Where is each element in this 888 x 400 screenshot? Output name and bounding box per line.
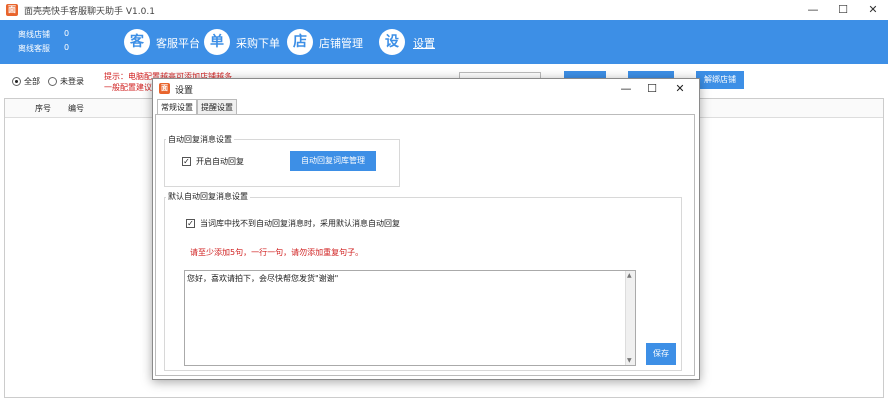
app-logo-icon: 面 (6, 4, 18, 16)
minimize-button[interactable]: — (798, 0, 828, 20)
dialog-tabs: 常规设置 提醒设置 (155, 99, 245, 115)
dialog-close-button[interactable]: ✕ (667, 80, 693, 98)
unbind-shop-button[interactable]: 解绑店铺 (696, 71, 744, 89)
nav-shop-management[interactable]: 店 店铺管理 (287, 29, 365, 55)
shop-icon: 店 (287, 29, 313, 55)
close-button[interactable]: ✕ (858, 0, 888, 20)
default-reply-text: 您好，喜欢请拍下，会尽快帮您发货"谢谢" (187, 274, 339, 283)
offline-agents-count: 0 (64, 43, 70, 52)
dialog-minimize-button[interactable]: — (613, 80, 639, 98)
nav-settings[interactable]: 设 设置 (379, 29, 439, 55)
hint-line-2: 一般配置建议 (104, 83, 152, 92)
window-title: 面壳壳快手客服聊天助手 V1.0.1 (24, 7, 155, 17)
textarea-scrollbar[interactable]: ▲ ▼ (625, 271, 635, 365)
fallback-reply-checkbox[interactable]: ✓ (186, 219, 195, 228)
dialog-titlebar: 面 设置 — ☐ ✕ (153, 79, 699, 99)
scroll-up-icon[interactable]: ▲ (627, 272, 632, 279)
nav-label: 设置 (413, 37, 435, 50)
nav-purchase-order[interactable]: 单 采购下单 (204, 29, 282, 55)
enable-auto-reply-label: 开启自动回复 (196, 157, 244, 166)
general-settings-panel: 自动回复消息设置 ✓ 开启自动回复 自动回复词库管理 默认自动回复消息设置 ✓ … (155, 114, 695, 376)
nav-customer-service[interactable]: 客 客服平台 (124, 29, 202, 55)
dialog-app-icon: 面 (159, 83, 170, 94)
dialog-maximize-button[interactable]: ☐ (639, 80, 665, 98)
customer-service-icon: 客 (124, 29, 150, 55)
manage-reply-library-button[interactable]: 自动回复词库管理 (290, 151, 376, 171)
warning-text: 请至少添加5句，一行一句，请勿添加重复句子。 (190, 248, 364, 257)
default-reply-group-label: 默认自动回复消息设置 (166, 191, 250, 202)
order-icon: 单 (204, 29, 230, 55)
radio-not-logged-in[interactable] (48, 77, 57, 86)
radio-all[interactable] (12, 77, 21, 86)
app-header: 离线店铺 0 离线客服 0 客 客服平台 单 采购下单 店 店铺管理 设 设置 (0, 20, 888, 64)
default-reply-textarea[interactable]: 您好，喜欢请拍下，会尽快帮您发货"谢谢" ▲ ▼ (184, 270, 636, 366)
dialog-title: 设置 (175, 86, 194, 96)
scroll-down-icon[interactable]: ▼ (627, 357, 632, 364)
radio-not-logged-label: 未登录 (60, 77, 84, 86)
tab-general[interactable]: 常规设置 (157, 99, 197, 115)
enable-auto-reply-checkbox[interactable]: ✓ (182, 157, 191, 166)
offline-agents-label: 离线客服 (18, 44, 50, 53)
column-header-id: 编号 (68, 104, 84, 113)
radio-all-label: 全部 (24, 77, 40, 86)
auto-reply-group-label: 自动回复消息设置 (166, 134, 234, 145)
fallback-reply-label: 当词库中找不到自动回复消息时，采用默认消息自动回复 (200, 219, 400, 228)
nav-label: 采购下单 (236, 37, 280, 50)
tab-reminder[interactable]: 提醒设置 (197, 99, 237, 114)
save-button[interactable]: 保存 (646, 343, 676, 365)
offline-shops-count: 0 (64, 29, 70, 38)
maximize-button[interactable]: ☐ (828, 0, 858, 20)
offline-shops-label: 离线店铺 (18, 30, 50, 39)
window-titlebar: 面 面壳壳快手客服聊天助手 V1.0.1 — ☐ ✕ (0, 0, 888, 21)
column-header-index: 序号 (35, 104, 51, 113)
settings-dialog: 面 设置 — ☐ ✕ 常规设置 提醒设置 自动回复消息设置 ✓ 开启自动回复 自… (152, 78, 700, 380)
nav-label: 店铺管理 (319, 37, 363, 50)
nav-label: 客服平台 (156, 37, 200, 50)
settings-icon: 设 (379, 29, 405, 55)
